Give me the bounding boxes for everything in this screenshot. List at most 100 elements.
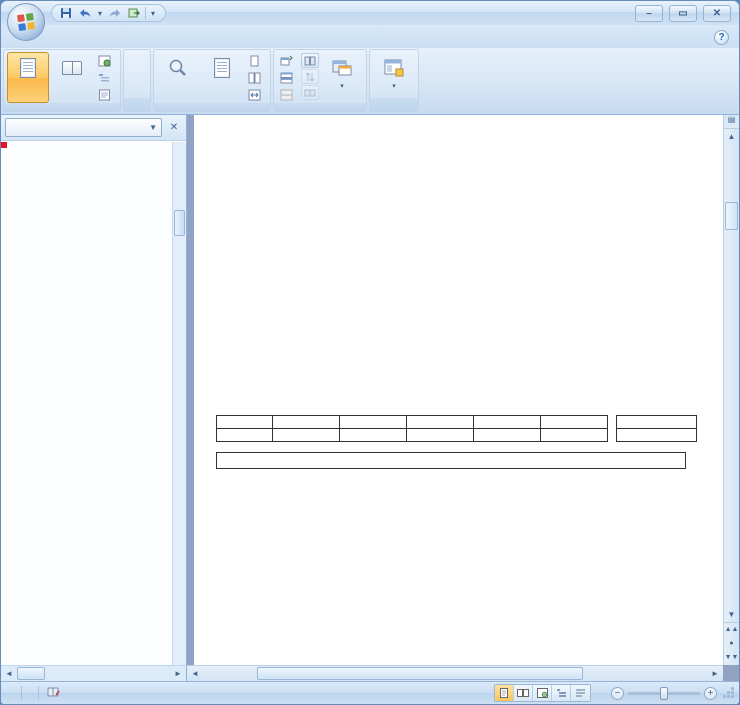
vertical-bending-moments-chart [216, 162, 516, 312]
switch-windows-button[interactable]: ▾ [321, 52, 363, 103]
new-window-button[interactable] [277, 53, 299, 69]
zoom-100-button[interactable] [201, 52, 243, 103]
document-horizontal-scrollbar[interactable]: ◄ ► [187, 665, 723, 681]
ribbon: ▾ ▾ [1, 48, 739, 115]
title-bar: ▾ ▾ – ▭ ✕ [1, 1, 739, 25]
horizontal-shear-forces-chart [523, 312, 723, 462]
help-icon[interactable]: ? [714, 30, 729, 45]
scroll-up-icon[interactable]: ▲ [724, 129, 739, 144]
next-page-icon[interactable]: ▼▼ [724, 651, 739, 665]
scroll-down-icon[interactable]: ▼ [724, 607, 739, 622]
macros-button[interactable]: ▾ [373, 52, 415, 98]
view-side-by-side-button[interactable] [301, 53, 319, 68]
document-map-header: ▼ ✕ [1, 115, 186, 141]
view-full-screen-button[interactable] [514, 685, 533, 701]
document-map-vertical-scrollbar[interactable] [172, 142, 186, 665]
outline-button[interactable] [95, 70, 117, 86]
document-map-pane: ▼ ✕ ◄ ► [1, 115, 187, 681]
remove-split-button[interactable] [277, 87, 299, 103]
office-button[interactable] [7, 3, 45, 41]
undo-dropdown-icon[interactable]: ▾ [96, 9, 104, 18]
zoom-icon [166, 55, 190, 81]
zoom-100-icon [210, 55, 234, 81]
switch-windows-icon [330, 55, 354, 81]
arrange-all-button[interactable] [277, 70, 299, 86]
synchronous-scrolling-button[interactable] [301, 69, 319, 84]
scroll-right-icon[interactable]: ► [171, 667, 185, 681]
scroll-right-icon[interactable]: ► [708, 667, 722, 681]
qat-customize-icon[interactable]: ▾ [149, 9, 157, 18]
window-controls: – ▭ ✕ [635, 5, 739, 22]
save-icon[interactable] [58, 6, 74, 20]
vscroll-thumb[interactable] [725, 202, 738, 230]
draft-button[interactable] [95, 87, 117, 103]
minimize-button[interactable]: – [635, 5, 663, 22]
group-label-zoom [154, 103, 270, 111]
remove-split-icon [280, 89, 293, 101]
view-print-layout-button[interactable] [495, 685, 514, 701]
view-draft-button[interactable] [571, 685, 590, 701]
previous-page-icon[interactable]: ▲▲ [724, 623, 739, 637]
page-width-icon [248, 89, 261, 101]
print-layout-button[interactable] [7, 52, 49, 103]
document-page[interactable] [194, 115, 723, 665]
macros-dropdown-icon: ▾ [392, 82, 396, 90]
vscroll-track[interactable] [724, 144, 739, 607]
word-window: ▾ ▾ – ▭ ✕ ? [0, 0, 740, 705]
zoom-slider: − + [611, 687, 717, 700]
ribbon-group-macros: ▾ [369, 49, 419, 112]
document-map-selector[interactable]: ▼ [5, 118, 162, 137]
page-navigation: ▲▲ ● ▼▼ [724, 622, 739, 665]
close-button[interactable]: ✕ [703, 5, 731, 22]
page-width-button[interactable] [245, 87, 267, 103]
reset-window-position-button[interactable] [301, 85, 319, 100]
reset-window-position-icon [304, 88, 316, 98]
office-logo-icon [17, 13, 35, 31]
red-highlight-annotation [1, 142, 7, 148]
arrange-all-icon [280, 72, 293, 84]
zoom-button[interactable] [157, 52, 199, 103]
zoom-in-icon[interactable]: + [704, 687, 717, 700]
view-outline-button[interactable] [552, 685, 571, 701]
proofing-status-icon[interactable] [39, 686, 69, 701]
redo-icon[interactable] [107, 6, 123, 20]
scroll-left-icon[interactable]: ◄ [2, 667, 16, 681]
one-page-button[interactable] [245, 53, 267, 69]
one-page-icon [248, 55, 261, 67]
custom-command-icon[interactable] [126, 6, 142, 20]
chevron-down-icon: ▼ [149, 123, 157, 132]
resize-grip[interactable] [723, 687, 735, 699]
document-map-scroll-thumb[interactable] [174, 210, 185, 236]
hscroll-thumb[interactable] [257, 667, 583, 680]
group-label-window [274, 103, 366, 111]
two-pages-icon [248, 72, 261, 84]
maximize-button[interactable]: ▭ [669, 5, 697, 22]
group-label-document-views [4, 103, 120, 111]
two-pages-button[interactable] [245, 70, 267, 86]
zoom-slider-track[interactable] [628, 692, 700, 695]
document-map-close-icon[interactable]: ✕ [166, 120, 182, 136]
switch-windows-dropdown-icon: ▾ [340, 82, 344, 90]
ribbon-group-zoom [153, 49, 271, 112]
zoom-out-icon[interactable]: − [611, 687, 624, 700]
zoom-slider-thumb[interactable] [660, 687, 668, 700]
ribbon-tab-bar: ? [1, 25, 739, 48]
document-vertical-scrollbar[interactable]: ▤ ▲ ▼ ▲▲ ● ▼▼ [723, 115, 739, 665]
undo-icon[interactable] [77, 6, 93, 20]
synchronous-scrolling-icon [304, 72, 316, 82]
view-web-layout-button[interactable] [533, 685, 552, 701]
scroll-left-icon[interactable]: ◄ [188, 667, 202, 681]
vertical-shear-forces-chart [216, 312, 516, 462]
ruler-toggle-icon[interactable]: ▤ [724, 115, 739, 129]
full-screen-reading-button[interactable] [51, 52, 93, 103]
full-screen-reading-icon [60, 55, 84, 81]
draft-icon [98, 89, 111, 101]
document-area: ▤ ▲ ▼ ▲▲ ● ▼▼ ◄ ► [187, 115, 739, 681]
document-map-hscroll-thumb[interactable] [17, 667, 45, 680]
document-map-horizontal-scrollbar[interactable]: ◄ ► [1, 665, 186, 681]
select-browse-object-icon[interactable]: ● [724, 637, 739, 651]
view-side-by-side-icon [304, 56, 316, 66]
status-right-controls: − + [494, 684, 735, 702]
outline-icon [98, 72, 111, 84]
web-layout-button[interactable] [95, 53, 117, 69]
